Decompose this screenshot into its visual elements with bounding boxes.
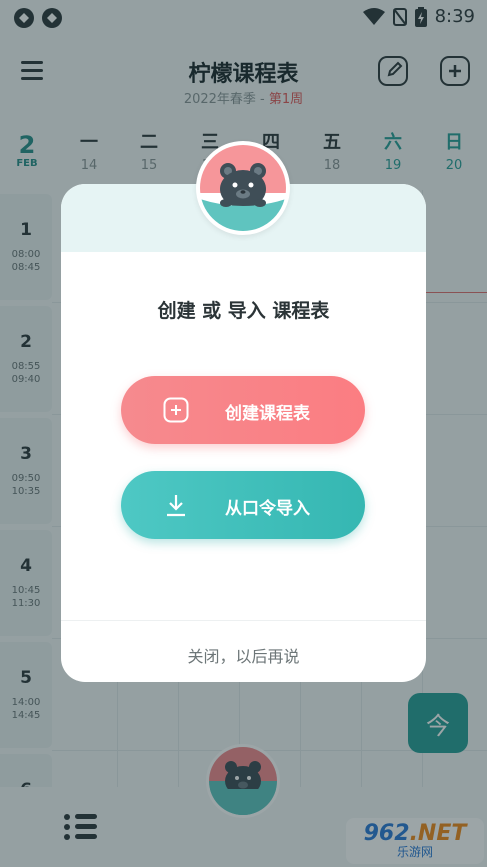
create-or-import-dialog: 创建 或 导入 课程表 创建课程表 从口令导入 关闭，以后再说: [61, 184, 426, 682]
import-by-code-button[interactable]: 从口令导入: [121, 471, 365, 539]
create-button-label: 创建课程表: [225, 404, 310, 424]
close-later-button[interactable]: 关闭，以后再说: [61, 643, 426, 667]
download-icon: [167, 495, 185, 517]
bear-icon: [200, 145, 286, 231]
create-timetable-button[interactable]: 创建课程表: [121, 376, 365, 444]
import-button-label: 从口令导入: [225, 499, 310, 519]
divider: [61, 620, 426, 621]
bear-mascot-avatar: [196, 141, 290, 235]
plus-square-icon: [163, 397, 189, 423]
dialog-title: 创建 或 导入 课程表: [157, 300, 330, 322]
